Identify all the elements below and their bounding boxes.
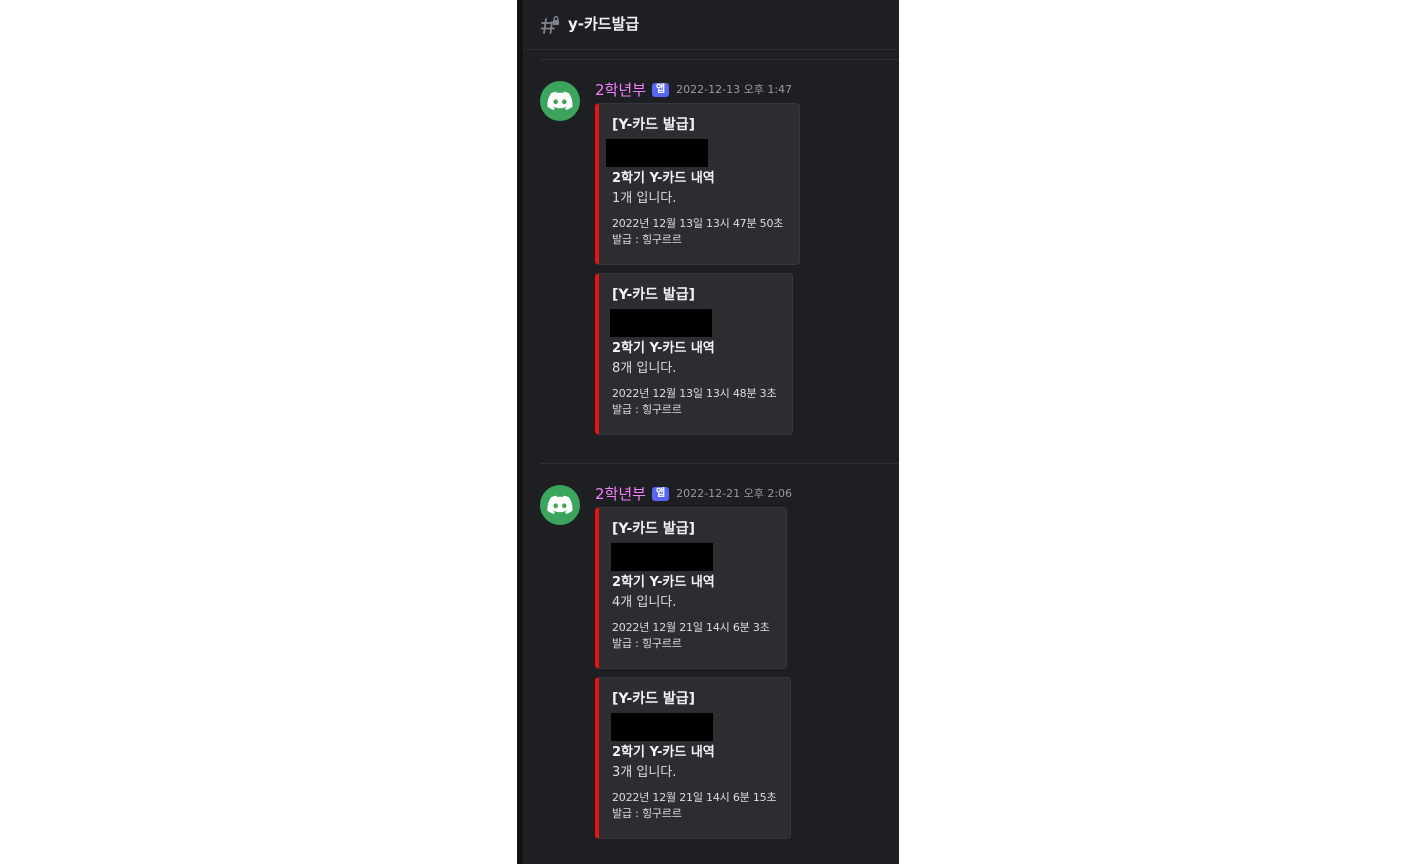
embed-card: [Y-카드 발급] 2학기 Y-카드 내역 8개 입니다. 2022년 12월 … — [595, 273, 793, 435]
embed-title: [Y-카드 발급] — [612, 521, 696, 537]
timestamp: 2022-12-13 오후 1:47 — [676, 83, 793, 96]
field-name: 2학기 Y-카드 내역 — [612, 341, 715, 356]
embed-title: [Y-카드 발급] — [612, 691, 696, 707]
avatar[interactable] — [540, 81, 580, 121]
issued-time: 2022년 12월 21일 14시 6분 3초 — [612, 621, 770, 634]
embed-card: [Y-카드 발급] 2학기 Y-카드 내역 1개 입니다. 2022년 12월 … — [595, 103, 800, 265]
hash-icon — [540, 16, 559, 34]
side-edge — [517, 0, 523, 864]
field-name: 2학기 Y-카드 내역 — [612, 745, 715, 760]
timestamp: 2022-12-21 오후 2:06 — [676, 487, 793, 500]
redacted-block — [606, 139, 708, 167]
app-badge: 앱 — [651, 83, 670, 97]
issued-time: 2022년 12월 13일 13시 48분 3초 — [612, 387, 777, 400]
discord-logo-icon — [547, 495, 573, 514]
discord-logo-icon — [547, 91, 573, 110]
message-header: 2학년부 앱 2022-12-21 오후 2:06 — [595, 484, 792, 504]
redacted-block — [610, 309, 712, 337]
embed-card: [Y-카드 발급] 2학기 Y-카드 내역 4개 입니다. 2022년 12월 … — [595, 507, 787, 669]
app-badge: 앱 — [651, 487, 670, 501]
issuer: 발급 : 힝구르르 — [612, 403, 682, 416]
field-value: 4개 입니다. — [612, 595, 677, 610]
author-name[interactable]: 2학년부 — [595, 484, 646, 504]
field-name: 2학기 Y-카드 내역 — [612, 575, 715, 590]
issuer: 발급 : 힝구르르 — [612, 807, 682, 820]
issued-time: 2022년 12월 21일 14시 6분 15초 — [612, 791, 777, 804]
field-value: 3개 입니다. — [612, 765, 677, 780]
avatar[interactable] — [540, 485, 580, 525]
issued-time: 2022년 12월 13일 13시 47분 50초 — [612, 217, 784, 230]
embed-card: [Y-카드 발급] 2학기 Y-카드 내역 3개 입니다. 2022년 12월 … — [595, 677, 791, 839]
divider — [540, 463, 899, 464]
redacted-block — [611, 713, 713, 741]
issuer: 발급 : 힝구르르 — [612, 233, 682, 246]
channel-header: y-카드발급 — [523, 0, 899, 50]
chat-window: y-카드발급 2학년부 앱 2022-12-13 오후 1:47 [Y-카드 발… — [517, 0, 899, 864]
field-value: 1개 입니다. — [612, 191, 677, 206]
field-name: 2학기 Y-카드 내역 — [612, 171, 715, 186]
channel-title[interactable]: y-카드발급 — [568, 13, 639, 35]
embed-title: [Y-카드 발급] — [612, 287, 696, 303]
author-name[interactable]: 2학년부 — [595, 80, 646, 100]
divider — [540, 59, 899, 60]
message-header: 2학년부 앱 2022-12-13 오후 1:47 — [595, 80, 792, 100]
embed-title: [Y-카드 발급] — [612, 117, 696, 133]
issuer: 발급 : 힝구르르 — [612, 637, 682, 650]
field-value: 8개 입니다. — [612, 361, 677, 376]
redacted-block — [611, 543, 713, 571]
